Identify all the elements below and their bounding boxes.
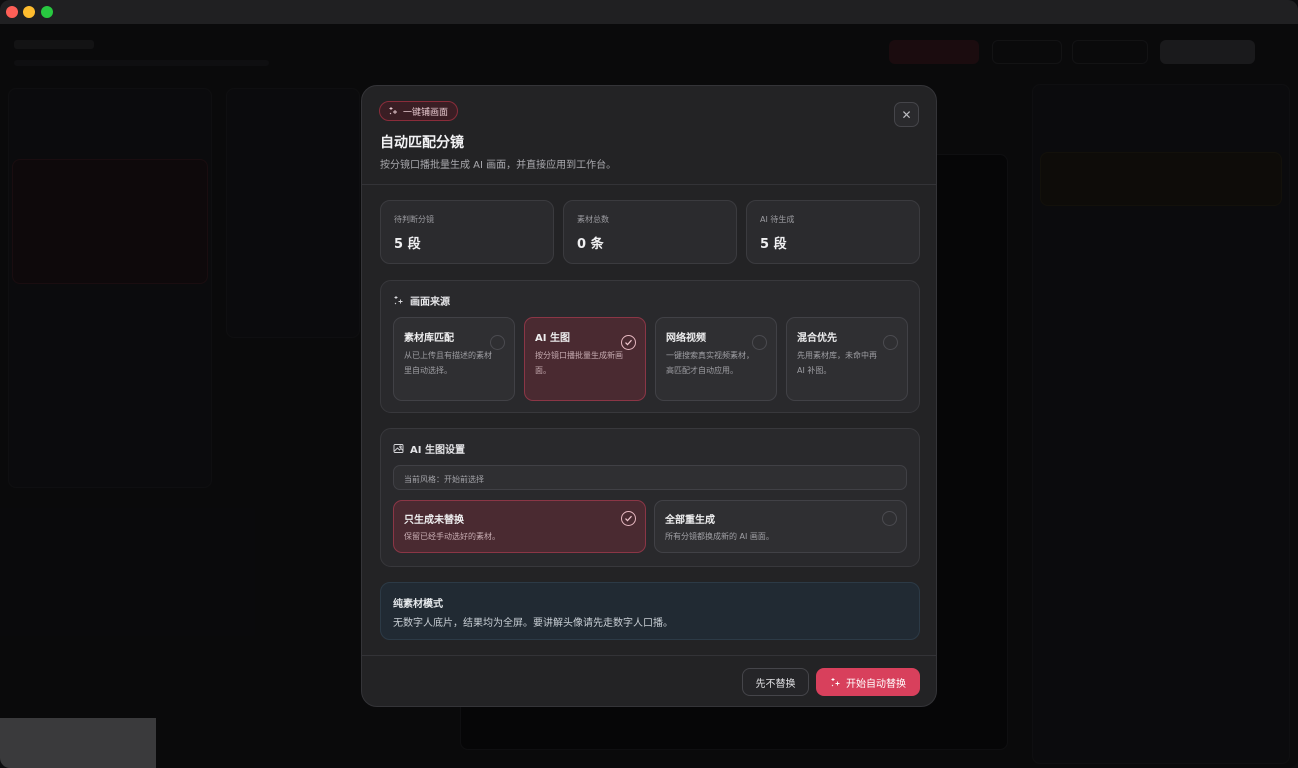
- radio-unchecked-icon: [490, 335, 505, 350]
- auto-match-dialog: 一键铺画面 自动匹配分镜 按分镜口播批量生成 AI 画面，并直接应用到工作台。 …: [361, 85, 937, 707]
- stat-value: 5 段: [760, 237, 787, 252]
- ai-settings-title-text: AI 生图设置: [410, 445, 465, 456]
- feature-tag-label: 一键铺画面: [403, 107, 449, 118]
- stat-value: 0 条: [577, 237, 604, 252]
- close-window-button[interactable]: [6, 6, 18, 18]
- mode-desc: 保留已经手动选好的素材。: [404, 532, 500, 541]
- skip-replace-button[interactable]: 先不替换: [742, 668, 809, 696]
- stat-label: 素材总数: [577, 215, 609, 224]
- notice-title: 纯素材模式: [393, 599, 443, 610]
- dialog-header: 一键铺画面 自动匹配分镜 按分镜口播批量生成 AI 画面，并直接应用到工作台。 …: [362, 86, 936, 185]
- current-style-field[interactable]: 当前风格：开始前选择: [393, 465, 907, 490]
- radio-unchecked-icon: [883, 335, 898, 350]
- close-icon: ✕: [901, 107, 912, 122]
- option-title: 素材库匹配: [404, 333, 454, 344]
- dialog-title: 自动匹配分镜: [380, 135, 464, 151]
- stat-card: AI 待生成 5 段: [746, 200, 920, 264]
- source-section-title: 画面来源: [393, 293, 450, 308]
- stat-value: 5 段: [394, 237, 421, 252]
- mode-desc: 所有分镜都换成新的 AI 画面。: [665, 532, 774, 541]
- maximize-window-button[interactable]: [41, 6, 53, 18]
- app-window: 一键铺画面 自动匹配分镜 按分镜口播批量生成 AI 画面，并直接应用到工作台。 …: [0, 0, 1298, 768]
- option-desc: 按分镜口播批量生成新画面。: [535, 351, 623, 375]
- dialog-subtitle: 按分镜口播批量生成 AI 画面，并直接应用到工作台。: [380, 160, 617, 171]
- notice-text: 无数字人底片，结果均为全屏。要讲解头像请先走数字人口播。: [393, 618, 673, 629]
- stat-card: 素材总数 0 条: [563, 200, 737, 264]
- sparkle-icon: [389, 107, 397, 115]
- image-icon: [393, 444, 404, 453]
- option-title: AI 生图: [535, 333, 570, 344]
- check-circle-icon: [621, 335, 636, 350]
- option-title: 网络视频: [666, 333, 706, 344]
- dialog-footer: 先不替换 开始自动替换: [362, 655, 936, 706]
- option-title: 混合优先: [797, 333, 837, 344]
- close-button[interactable]: ✕: [894, 102, 919, 127]
- option-desc: 先用素材库，未命中再 AI 补图。: [797, 351, 877, 375]
- stat-label: 待判断分镜: [394, 215, 434, 224]
- option-desc: 从已上传且有描述的素材里自动选择。: [404, 351, 492, 375]
- source-option-ai[interactable]: AI 生图 按分镜口播批量生成新画面。: [524, 317, 646, 401]
- ai-settings-section: AI 生图设置 当前风格：开始前选择 只生成未替换 保留已经手动选好的素材。 全…: [380, 428, 920, 567]
- start-auto-replace-button[interactable]: 开始自动替换: [816, 668, 920, 696]
- stat-label: AI 待生成: [760, 215, 795, 224]
- mode-title: 只生成未替换: [404, 515, 464, 526]
- ai-settings-title: AI 生图设置: [393, 441, 465, 456]
- source-title-text: 画面来源: [410, 297, 450, 308]
- radio-unchecked-icon: [882, 511, 897, 526]
- title-bar: [0, 0, 1298, 24]
- option-desc: 一键搜索真实视频素材，高匹配才自动应用。: [666, 351, 754, 375]
- start-button-label: 开始自动替换: [846, 678, 906, 690]
- radio-unchecked-icon: [752, 335, 767, 350]
- source-section: 画面来源 素材库匹配 从已上传且有描述的素材里自动选择。 AI 生图 按分镜口播…: [380, 280, 920, 413]
- sparkle-icon: [831, 677, 840, 686]
- corner-block: [0, 718, 156, 768]
- pure-material-notice: 纯素材模式 无数字人底片，结果均为全屏。要讲解头像请先走数字人口播。: [380, 582, 920, 640]
- stat-card: 待判断分镜 5 段: [380, 200, 554, 264]
- mode-regenerate-all[interactable]: 全部重生成 所有分镜都换成新的 AI 画面。: [654, 500, 907, 553]
- feature-tag: 一键铺画面: [379, 101, 459, 121]
- source-option-web-video[interactable]: 网络视频 一键搜索真实视频素材，高匹配才自动应用。: [655, 317, 777, 401]
- source-option-library[interactable]: 素材库匹配 从已上传且有描述的素材里自动选择。: [393, 317, 515, 401]
- mode-only-unreplaced[interactable]: 只生成未替换 保留已经手动选好的素材。: [393, 500, 646, 553]
- check-circle-icon: [621, 511, 636, 526]
- mode-title: 全部重生成: [665, 515, 715, 526]
- minimize-window-button[interactable]: [23, 6, 35, 18]
- sparkle-icon: [394, 296, 403, 305]
- source-option-mixed[interactable]: 混合优先 先用素材库，未命中再 AI 补图。: [786, 317, 908, 401]
